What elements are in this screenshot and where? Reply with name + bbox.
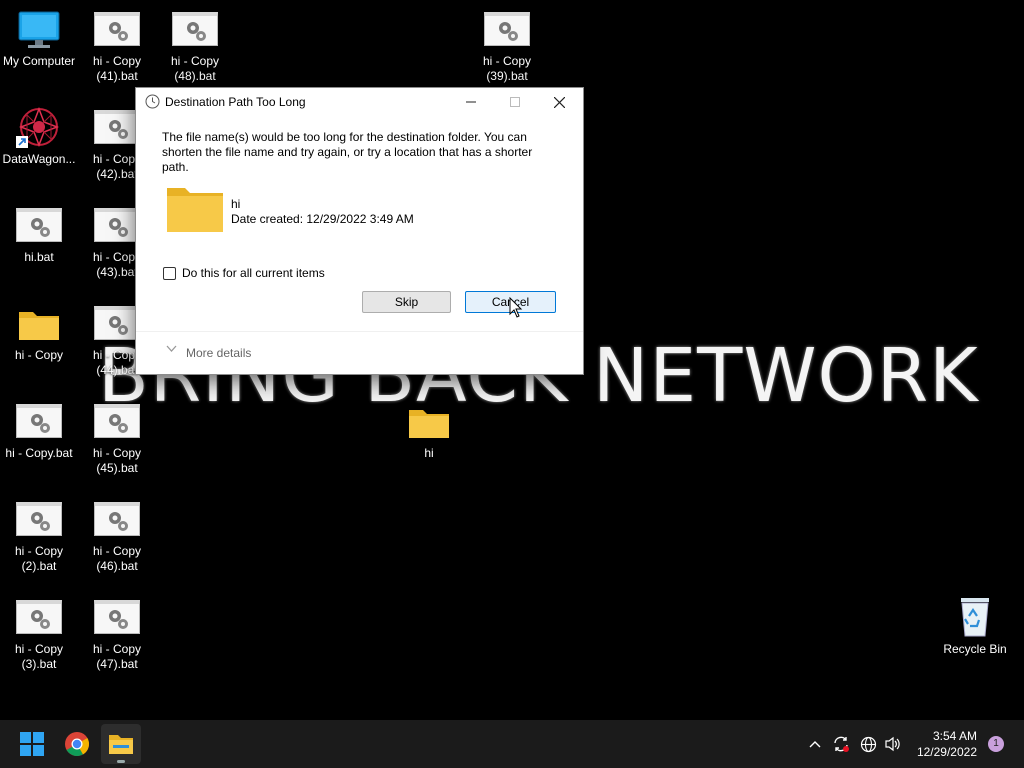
desktop-icon-label: hi - Copy (47).bat <box>92 642 142 671</box>
maximize-icon <box>510 97 520 107</box>
batch-file-icon <box>94 208 140 242</box>
batch-file-icon <box>172 12 218 46</box>
clock-time: 3:54 AM <box>932 729 977 743</box>
chevron-down-icon <box>166 345 177 352</box>
computer-icon <box>15 10 63 48</box>
batch-file-icon <box>94 502 140 536</box>
minimize-icon <box>466 101 476 103</box>
batch-file-icon <box>94 404 140 438</box>
batch-file-icon <box>16 404 62 438</box>
desktop-icon-hi-copy-46[interactable]: hi - Copy (46).bat <box>78 500 156 574</box>
desktop-icon-label: hi - Copy (45).bat <box>92 446 142 475</box>
windows-logo-icon <box>20 732 44 756</box>
desktop-icon-hi-bat[interactable]: hi.bat <box>0 206 78 265</box>
desktop-icon-label: hi.bat <box>24 250 54 264</box>
mouse-cursor-icon <box>509 297 523 318</box>
close-icon <box>553 96 565 108</box>
desktop-icon-hi-copy-3[interactable]: hi - Copy (3).bat <box>0 598 78 672</box>
apply-all-checkbox[interactable] <box>163 266 176 280</box>
desktop-icon-label: DataWagon... <box>2 152 76 166</box>
batch-file-icon <box>94 110 140 144</box>
file-explorer-icon <box>109 735 133 754</box>
desktop-icon-label: hi - Copy (3).bat <box>14 642 64 671</box>
more-details-bar[interactable]: More details <box>136 331 583 374</box>
taskbar: 3:54 AM 12/29/2022 1 <box>0 720 1024 768</box>
folder-icon <box>405 402 453 440</box>
desktop-icon-hi-folder[interactable]: hi <box>390 402 468 461</box>
datawagon-shortcut-icon <box>15 106 63 148</box>
volume-button[interactable] <box>884 720 902 768</box>
desktop-icon-label: hi - Copy (46).bat <box>92 544 142 573</box>
chrome-icon <box>65 732 90 757</box>
destination-path-too-long-dialog: Destination Path Too Long The file name(… <box>135 87 584 375</box>
show-hidden-icons-button[interactable] <box>808 720 822 768</box>
desktop-icon-hi-copy-48[interactable]: hi - Copy (48).bat <box>156 10 234 84</box>
desktop-icon-hi-copy-47[interactable]: hi - Copy (47).bat <box>78 598 156 672</box>
clock[interactable]: 3:54 AM 12/29/2022 <box>917 728 977 760</box>
folder-icon <box>15 304 63 342</box>
batch-file-icon <box>94 600 140 634</box>
folder-icon <box>167 188 223 232</box>
desktop-icon-label: hi - Copy (39).bat <box>482 54 532 83</box>
batch-file-icon <box>16 208 62 242</box>
taskbar-chrome[interactable] <box>57 724 97 764</box>
desktop-icon-label: My Computer <box>2 54 76 68</box>
desktop-icon-hi-copy-2[interactable]: hi - Copy (2).bat <box>0 500 78 574</box>
globe-icon <box>860 736 877 752</box>
batch-file-icon <box>16 600 62 634</box>
desktop-icon-hi-copy-39[interactable]: hi - Copy (39).bat <box>468 10 546 84</box>
desktop-icon-label: hi <box>424 446 434 460</box>
dialog-message: The file name(s) would be too long for t… <box>162 130 533 174</box>
start-button[interactable] <box>12 724 52 764</box>
file-date: Date created: 12/29/2022 3:49 AM <box>231 212 414 226</box>
network-button[interactable] <box>860 720 877 768</box>
clock-icon <box>145 94 160 109</box>
minimize-button[interactable] <box>449 88 493 116</box>
desktop-icon-my-computer[interactable]: My Computer <box>0 10 78 69</box>
dialog-title: Destination Path Too Long <box>165 95 306 109</box>
dialog-titlebar[interactable]: Destination Path Too Long <box>136 88 583 116</box>
batch-file-icon <box>484 12 530 46</box>
sync-icon <box>834 736 849 752</box>
desktop-icon-label: Recycle Bin <box>943 642 1007 656</box>
maximize-button[interactable] <box>493 88 537 116</box>
notification-badge[interactable]: 1 <box>988 736 1004 752</box>
desktop-icon-label: hi - Copy (48).bat <box>170 54 220 83</box>
desktop-icon-hi-copy-bat[interactable]: hi - Copy.bat <box>0 402 78 461</box>
batch-file-icon <box>16 502 62 536</box>
apply-all-label: Do this for all current items <box>182 266 325 280</box>
file-name: hi <box>231 197 241 211</box>
apply-all-row[interactable]: Do this for all current items <box>163 266 325 280</box>
batch-file-icon <box>94 306 140 340</box>
clock-date: 12/29/2022 <box>916 745 977 759</box>
sync-status-button[interactable] <box>832 720 850 768</box>
batch-file-icon <box>94 12 140 46</box>
more-details-label: More details <box>186 346 252 360</box>
desktop-icon-label: hi - Copy (2).bat <box>14 544 64 573</box>
active-indicator <box>117 760 125 763</box>
chevron-up-icon <box>809 741 821 748</box>
desktop-icon-label: hi - Copy (41).bat <box>92 54 142 83</box>
taskbar-file-explorer[interactable] <box>101 724 141 764</box>
desktop-icon-label: hi - Copy.bat <box>5 446 73 460</box>
desktop-icon-hi-copy-41[interactable]: hi - Copy (41).bat <box>78 10 156 84</box>
desktop-icon-datawagon[interactable]: DataWagon... <box>0 106 78 167</box>
desktop-icon-hi-copy-folder[interactable]: hi - Copy <box>0 304 78 363</box>
desktop-icon-hi-copy-45[interactable]: hi - Copy (45).bat <box>78 402 156 476</box>
desktop-icon-recycle-bin[interactable]: Recycle Bin <box>936 598 1014 657</box>
speaker-icon <box>885 736 900 752</box>
close-button[interactable] <box>537 88 581 116</box>
skip-button[interactable]: Skip <box>362 291 451 313</box>
desktop-icon-label: hi - Copy <box>14 348 64 362</box>
recycle-bin-icon <box>951 598 999 637</box>
